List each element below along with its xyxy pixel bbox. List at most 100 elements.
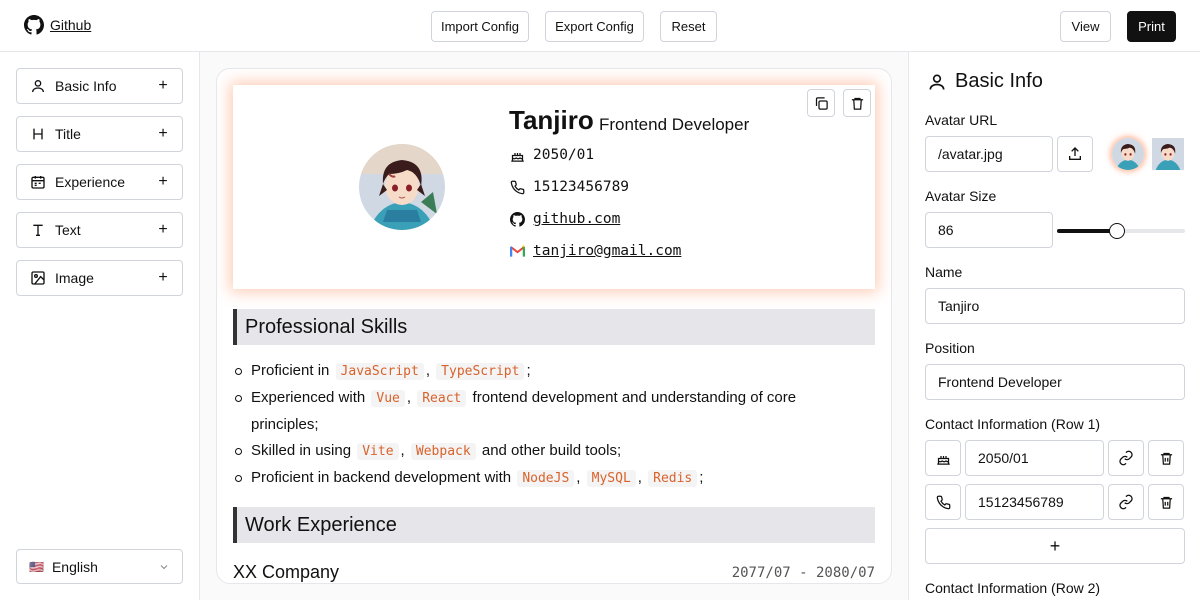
avatar-style-square[interactable] — [1152, 138, 1184, 170]
resume-position: Frontend Developer — [599, 115, 750, 134]
block-basic-info[interactable]: Basic Info + — [16, 68, 183, 104]
import-config-button[interactable]: Import Config — [431, 11, 529, 42]
skill-text: and other build tools; — [481, 442, 622, 459]
contact-row1-label: Contact Information (Row 1) — [925, 416, 1101, 432]
skill-text: ; — [699, 469, 704, 486]
contact-icon-picker[interactable] — [925, 484, 961, 520]
basic-info-card[interactable]: Tanjiro Frontend Developer 2050/01 15123… — [233, 85, 875, 289]
contact-link[interactable]: github.com — [533, 211, 620, 227]
list-item: Skilled in using Vite, Webpack and other… — [235, 438, 851, 465]
position-input[interactable]: Frontend Developer — [925, 364, 1185, 400]
slider-handle[interactable] — [1109, 223, 1126, 239]
contact-link-button[interactable] — [1108, 440, 1144, 476]
skill-code: React — [417, 390, 467, 407]
skills-list: Proficient in JavaScript, TypeScript; Ex… — [235, 358, 851, 492]
calendar-icon — [29, 173, 47, 191]
resume-preview-area: Tanjiro Frontend Developer 2050/01 15123… — [200, 52, 908, 600]
avatar-style-round[interactable] — [1112, 138, 1144, 170]
language-label: English — [51, 558, 98, 575]
skill-code: Webpack — [410, 443, 476, 460]
add-icon[interactable]: + — [156, 269, 170, 287]
trash-icon — [1160, 452, 1172, 465]
contact-row2-label: Contact Information (Row 2) — [925, 580, 1101, 596]
contact-github[interactable]: github.com — [509, 211, 620, 227]
resume-paper: Tanjiro Frontend Developer 2050/01 15123… — [216, 68, 892, 584]
contact-delete-button[interactable] — [1148, 484, 1184, 520]
gmail-icon — [509, 243, 525, 259]
user-icon — [929, 74, 945, 90]
block-label: Image — [55, 270, 94, 286]
contact-icon-picker[interactable] — [925, 440, 961, 476]
add-icon[interactable]: + — [156, 77, 170, 95]
github-icon — [509, 211, 525, 227]
skill-text: Skilled in using — [251, 442, 352, 459]
contact-value-input[interactable]: 15123456789 — [965, 484, 1104, 520]
reset-button[interactable]: Reset — [660, 11, 717, 42]
contact-value-input[interactable]: 2050/01 — [965, 440, 1104, 476]
skills-heading[interactable]: Professional Skills — [233, 309, 875, 345]
add-icon[interactable]: + — [156, 221, 170, 239]
contact-text: 15123456789 — [533, 179, 630, 195]
block-label: Basic Info — [55, 78, 117, 94]
block-experience[interactable]: Experience + — [16, 164, 183, 200]
panel-title: Basic Info — [927, 70, 1043, 93]
block-label: Title — [55, 126, 81, 142]
copy-block-button[interactable] — [807, 89, 835, 117]
phone-icon — [936, 495, 950, 509]
list-item: Proficient in JavaScript, TypeScript; — [235, 358, 851, 385]
list-item: Proficient in backend development with N… — [235, 465, 851, 492]
avatar-size-slider[interactable] — [1057, 223, 1185, 239]
resume-name: Tanjiro — [509, 105, 594, 135]
contact-text: 2050/01 — [533, 147, 595, 163]
company-name: XX Company — [233, 562, 340, 582]
contact-link-button[interactable] — [1108, 484, 1144, 520]
skill-text: Proficient in — [251, 362, 330, 379]
top-bar: Github Import Config Export Config Reset… — [0, 0, 1200, 52]
copy-icon — [815, 96, 828, 110]
contact-email[interactable]: tanjiro@gmail.com — [509, 243, 681, 259]
panel-title-text: Basic Info — [955, 70, 1043, 92]
skill-text: Proficient in backend development with — [251, 469, 512, 486]
block-label: Text — [55, 222, 81, 238]
slider-fill — [1057, 229, 1118, 233]
phone-icon — [509, 179, 525, 195]
contact-birthday: 2050/01 — [509, 147, 594, 163]
print-button[interactable]: Print — [1127, 11, 1176, 42]
skill-code: Vue — [371, 390, 405, 407]
link-icon — [1119, 494, 1133, 510]
cake-icon — [936, 455, 950, 465]
upload-icon — [1069, 147, 1081, 160]
block-label: Experience — [55, 174, 126, 190]
skill-code: Vite — [357, 443, 399, 460]
add-icon[interactable]: + — [156, 173, 170, 191]
block-text[interactable]: Text + — [16, 212, 183, 248]
add-icon[interactable]: + — [156, 125, 170, 143]
avatar-size-input[interactable]: 86 — [925, 212, 1053, 248]
list-item: Experienced with Vue, React frontend dev… — [235, 385, 851, 438]
github-icon — [24, 15, 44, 35]
cake-icon — [509, 147, 525, 163]
trash-icon — [1160, 496, 1172, 509]
image-icon — [29, 269, 47, 287]
export-config-button[interactable]: Export Config — [545, 11, 644, 42]
trash-icon — [851, 97, 863, 110]
contact-phone: 15123456789 — [509, 179, 629, 195]
contact-delete-button[interactable] — [1148, 440, 1184, 476]
add-contact-button[interactable]: + — [925, 528, 1185, 564]
block-sidebar: Basic Info + Title + Experience + Text +… — [0, 52, 200, 600]
view-button[interactable]: View — [1060, 11, 1111, 42]
name-input[interactable]: Tanjiro — [925, 288, 1185, 324]
user-icon — [29, 77, 47, 95]
heading-icon — [29, 125, 47, 143]
upload-button[interactable] — [1057, 136, 1093, 172]
github-link[interactable]: Github — [24, 15, 91, 35]
skill-text: Experienced with — [251, 389, 366, 406]
language-select[interactable]: 🇺🇸 English — [16, 549, 183, 584]
skill-code: MySQL — [586, 470, 636, 487]
avatar-url-input[interactable]: /avatar.jpg — [925, 136, 1053, 172]
work-heading[interactable]: Work Experience — [233, 507, 875, 543]
block-image[interactable]: Image + — [16, 260, 183, 296]
contact-link[interactable]: tanjiro@gmail.com — [533, 243, 681, 259]
delete-block-button[interactable] — [843, 89, 871, 117]
block-title[interactable]: Title + — [16, 116, 183, 152]
